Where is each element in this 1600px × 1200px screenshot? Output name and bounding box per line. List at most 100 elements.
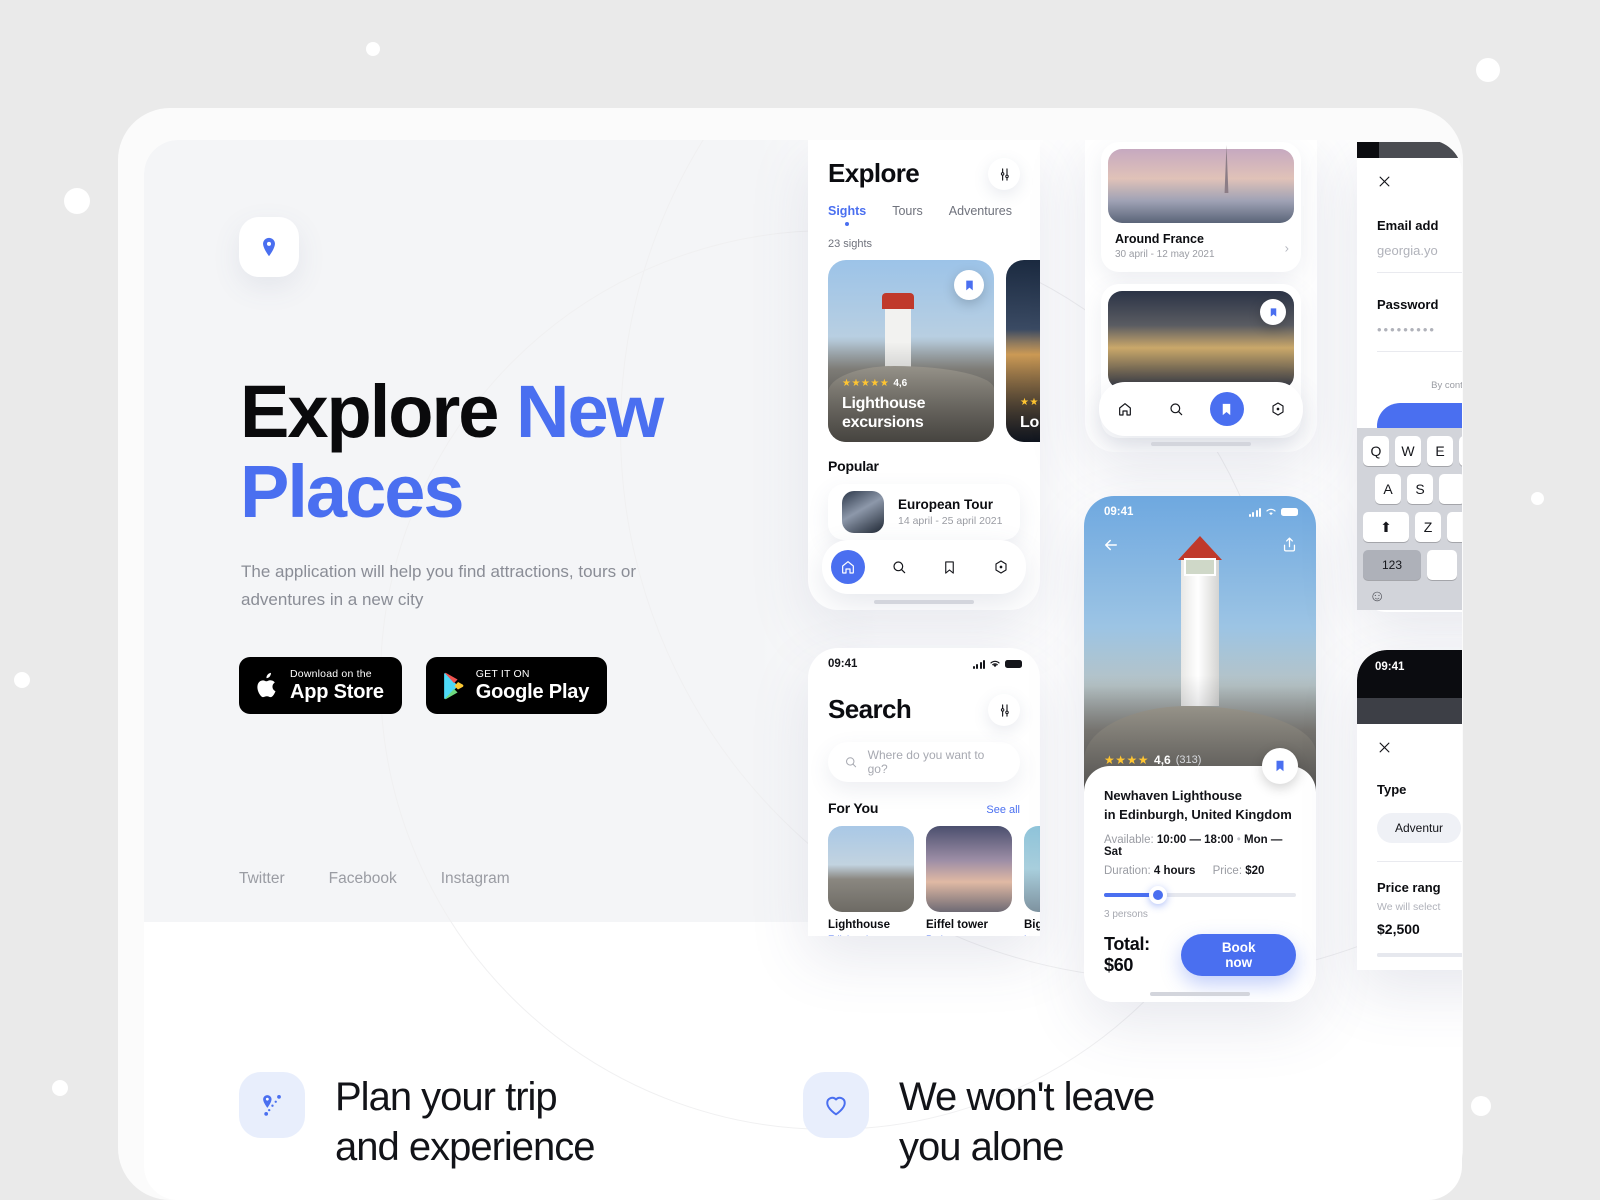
decorative-dot [52, 1080, 68, 1096]
social-link-twitter[interactable]: Twitter [239, 870, 285, 888]
feature-icon-wrap [803, 1072, 869, 1138]
for-you-item[interactable]: Eiffel tower Paris [926, 826, 1012, 936]
tab-adventures[interactable]: Adventures [949, 204, 1012, 218]
sights-carousel[interactable]: ★★★★★4,6 Lighthouse excursions ★★★★★ Lou… [828, 260, 1040, 442]
search-placeholder: Where do you want to go? [867, 748, 985, 776]
bookmark-icon [1276, 760, 1284, 772]
search-filter-button[interactable] [988, 694, 1020, 726]
available-label: Available: [1104, 834, 1154, 846]
keyboard-row: ☺ [1363, 588, 1462, 606]
duration-price-row: Duration: 4 hours Price: $20 [1104, 865, 1296, 877]
decorative-dot [14, 672, 30, 688]
app-store-button[interactable]: Download on the App Store [239, 657, 402, 714]
persons-slider[interactable] [1104, 886, 1296, 904]
slider-knob[interactable] [1148, 886, 1167, 904]
compass-icon [994, 560, 1007, 574]
tabbar-compass[interactable] [1261, 392, 1295, 426]
password-field[interactable]: ••••••••• [1377, 322, 1462, 337]
search-input[interactable]: Where do you want to go? [828, 742, 1020, 782]
phone-explore: Explore Sights Tours Adventures 23 sight… [808, 140, 1040, 610]
detail-sheet: Newhaven Lighthouse in Edinburgh, United… [1084, 748, 1316, 1002]
tabbar-search[interactable] [1159, 392, 1193, 426]
trip-name: Around France [1115, 232, 1204, 246]
see-all-link[interactable]: See all [986, 804, 1020, 816]
decorative-dot [1471, 1096, 1491, 1116]
key-w[interactable]: W [1395, 436, 1421, 466]
feature-icon-wrap [239, 1072, 305, 1138]
tabbar-compass[interactable] [984, 550, 1018, 584]
status-time: 09:41 [828, 658, 858, 670]
book-now-button[interactable]: Book now [1181, 934, 1296, 976]
onscreen-keyboard: Q W E A S ⬆ Z 123 ☺ [1357, 428, 1462, 610]
bookmark-icon [1222, 403, 1231, 415]
type-chip-adventures[interactable]: Adventur [1377, 813, 1462, 843]
social-link-facebook[interactable]: Facebook [329, 870, 397, 888]
emoji-key[interactable]: ☺ [1363, 588, 1385, 606]
key-shift[interactable]: ⬆ [1363, 512, 1409, 542]
share-icon[interactable] [1281, 536, 1298, 553]
close-icon[interactable] [1377, 174, 1392, 189]
popular-tour-card[interactable]: European Tour 14 april - 25 april 2021 [828, 484, 1020, 540]
item-name: Eiffel tower [926, 919, 988, 931]
key-partial[interactable] [1447, 512, 1462, 542]
sight-card[interactable]: ★★★★★ Louvre Museum [1006, 260, 1040, 442]
rating-reviews: (313) [1175, 754, 1202, 766]
key-a[interactable]: A [1375, 474, 1401, 504]
divider [1377, 351, 1462, 352]
feature-title-line2: you alone [899, 1125, 1064, 1169]
divider [1377, 272, 1462, 273]
key-q[interactable]: Q [1363, 436, 1389, 466]
google-play-button[interactable]: GET IT ON Google Play [425, 657, 608, 714]
persons-label: 3 persons [1104, 909, 1148, 920]
social-link-instagram[interactable]: Instagram [441, 870, 510, 888]
tabbar-home[interactable] [1108, 392, 1142, 426]
for-you-item[interactable]: Lighthouse Edinburgh [828, 826, 914, 936]
hero-subtitle: The application will help you find attra… [241, 562, 636, 609]
arrow-left-icon[interactable] [1102, 536, 1120, 554]
feature-title-line1: Plan your trip [335, 1075, 558, 1119]
key-e[interactable]: E [1427, 436, 1453, 466]
keyboard-row: Q W E [1363, 436, 1462, 466]
popular-heading: Popular [828, 458, 879, 474]
key-partial[interactable] [1459, 436, 1462, 466]
sight-card[interactable]: ★★★★★ 4,6 Lighthouse excursions [828, 260, 994, 442]
filter-button[interactable] [988, 158, 1020, 190]
rating-stars: ★★★★★ [1020, 397, 1040, 408]
key-s[interactable]: S [1407, 474, 1433, 504]
price-slider[interactable] [1377, 953, 1462, 957]
for-you-item[interactable]: Big Ben London [1024, 826, 1040, 936]
bookmark-button[interactable] [1260, 299, 1286, 325]
sight-meta: ★★★★★ 4,6 Lighthouse excursions [842, 373, 984, 432]
key-partial[interactable] [1439, 474, 1462, 504]
explore-tabbar [822, 540, 1026, 594]
slider-fill [1377, 953, 1462, 957]
home-icon [1118, 403, 1131, 416]
item-image [926, 826, 1012, 912]
close-icon[interactable] [1377, 740, 1392, 755]
price-note: We will select [1377, 901, 1441, 913]
available-hours: 10:00 — 18:00 [1156, 834, 1234, 846]
rating-value: 4,6 [1154, 753, 1171, 767]
bookmark-button[interactable] [1262, 748, 1298, 784]
tab-sights[interactable]: Sights [828, 204, 866, 218]
email-field[interactable]: georgia.yo [1377, 243, 1462, 258]
tabbar-search[interactable] [882, 550, 916, 584]
price-label: Price: [1212, 865, 1243, 877]
tabbar-home[interactable] [830, 550, 865, 584]
key-z[interactable]: Z [1415, 512, 1441, 542]
key-numbers[interactable]: 123 [1363, 550, 1421, 580]
tabbar-bookmarks[interactable] [1209, 392, 1244, 426]
search-title: Search [828, 694, 912, 724]
tour-name: European Tour [898, 497, 994, 512]
tabbar-bookmarks[interactable] [933, 550, 967, 584]
tab-tours[interactable]: Tours [892, 204, 923, 218]
email-label: Email add [1377, 218, 1439, 233]
trip-card[interactable]: Around France 30 april - 12 may 2021 › [1101, 142, 1301, 272]
title-accent-1: New [516, 370, 664, 453]
keyboard-row: 123 [1363, 550, 1462, 580]
availability-row: Available: 10:00 — 18:00 • Mon — Sat [1104, 834, 1296, 858]
rating-stars: ★★★★ [1104, 753, 1150, 767]
for-you-list: Lighthouse Edinburgh Eiffel tower Paris … [828, 826, 1040, 936]
bookmark-button[interactable] [954, 270, 984, 300]
key-partial[interactable] [1427, 550, 1457, 580]
